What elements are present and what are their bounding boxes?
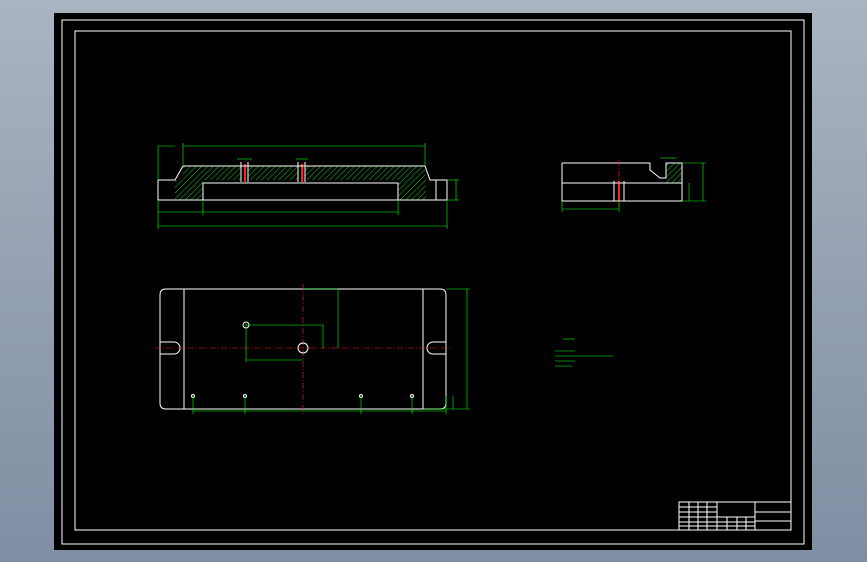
inner-border (74, 30, 792, 531)
drawing-canvas (61, 19, 805, 545)
outer-border (61, 19, 805, 545)
technical-notes (555, 338, 613, 367)
title-block (678, 501, 792, 531)
top-view (155, 284, 470, 414)
front-section-view (157, 143, 459, 229)
cad-drawing-viewport[interactable] (54, 13, 812, 550)
side-view (561, 157, 706, 212)
